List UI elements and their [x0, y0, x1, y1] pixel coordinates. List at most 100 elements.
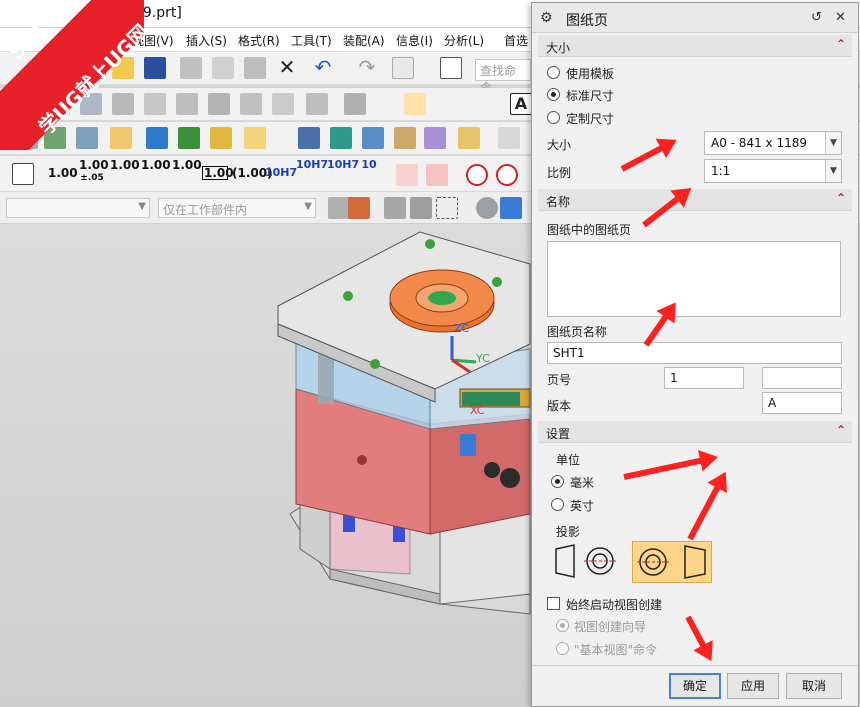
- tol-style-5[interactable]: 1.00: [172, 159, 202, 171]
- base-view-icon[interactable]: [146, 127, 168, 149]
- size-section-header[interactable]: 大小 ⌃: [538, 35, 852, 57]
- cancel-button[interactable]: 取消: [786, 673, 842, 699]
- tol-style-3[interactable]: 1.00: [110, 159, 140, 171]
- dimension-icon[interactable]: [12, 163, 34, 185]
- paste-icon[interactable]: [244, 57, 266, 79]
- snap-point-icon[interactable]: [348, 197, 370, 219]
- third-angle-projection-button[interactable]: [632, 541, 712, 583]
- ok-button[interactable]: 确定: [669, 673, 721, 699]
- watermark-band: [0, 0, 144, 150]
- radius2-icon[interactable]: [426, 164, 448, 186]
- detail-view-icon[interactable]: [144, 93, 166, 115]
- cut-icon[interactable]: [180, 57, 202, 79]
- type-filter-select[interactable]: ▼: [6, 198, 150, 218]
- scope-filter-select[interactable]: 仅在工作部件内 ▼: [158, 198, 316, 218]
- tol-style-2[interactable]: 1.00: [79, 159, 109, 171]
- collapse-icon[interactable]: ⌃: [836, 191, 846, 205]
- annotation-icon[interactable]: [404, 93, 426, 115]
- base-view-command-radio[interactable]: [556, 642, 569, 655]
- snap-icon[interactable]: [328, 197, 350, 219]
- base-view-command-label: "基本视图"命令: [574, 643, 658, 657]
- hole-table-icon[interactable]: [498, 127, 520, 149]
- rectangle-select-icon[interactable]: [436, 197, 458, 219]
- scale-select[interactable]: 1:1 ▼: [704, 159, 842, 183]
- parts-list-icon[interactable]: [330, 127, 352, 149]
- millimeter-radio[interactable]: [551, 475, 564, 488]
- undo-icon[interactable]: ↶: [312, 57, 334, 79]
- half-section-icon[interactable]: [272, 93, 294, 115]
- tol-style-basic[interactable]: 1.00: [202, 166, 234, 180]
- name-section: 名称 ⌃ 图纸中的图纸页 图纸页名称 SHT1 页号 1 版本 A: [538, 189, 852, 419]
- units-label: 单位: [556, 453, 581, 467]
- revision-input[interactable]: A: [762, 392, 842, 414]
- select-icon[interactable]: [384, 197, 406, 219]
- reset-icon[interactable]: ↺: [811, 10, 822, 25]
- copy-icon[interactable]: [212, 57, 234, 79]
- apply-button[interactable]: 应用: [727, 673, 779, 699]
- sheets-list[interactable]: [547, 241, 841, 317]
- break-view-icon[interactable]: [176, 93, 198, 115]
- save-icon[interactable]: [144, 57, 166, 79]
- cube-icon[interactable]: [500, 197, 522, 219]
- aux-view-icon[interactable]: [240, 93, 262, 115]
- sheet-name-input[interactable]: SHT1: [547, 342, 842, 364]
- tol-style-reference[interactable]: (1.00): [232, 167, 273, 179]
- inch-radio[interactable]: [551, 498, 564, 511]
- diameter-icon[interactable]: [466, 164, 488, 186]
- projected-view-icon[interactable]: [208, 93, 230, 115]
- abc-tool-icon[interactable]: [244, 127, 266, 149]
- auto-balloon-icon[interactable]: [424, 127, 446, 149]
- chevron-down-icon: ▼: [825, 160, 841, 182]
- zc-axis-label: ZC: [454, 322, 470, 335]
- insert-icon[interactable]: [392, 57, 414, 79]
- always-start-view-checkbox[interactable]: [547, 597, 560, 610]
- menu-insert[interactable]: 插入(S): [186, 32, 227, 49]
- balloon-icon[interactable]: [394, 127, 416, 149]
- standard-size-radio[interactable]: [547, 88, 560, 101]
- fit-style-3[interactable]: 10H7: [327, 159, 359, 170]
- settings-section-header[interactable]: 设置 ⌃: [538, 421, 852, 443]
- fit-style-4[interactable]: 10: [358, 159, 380, 170]
- collapse-icon[interactable]: ⌃: [836, 423, 846, 437]
- menu-information[interactable]: 信息(I): [396, 32, 433, 49]
- dialog-title: 图纸页: [566, 13, 608, 29]
- redo-icon[interactable]: ↷: [356, 57, 378, 79]
- menu-format[interactable]: 格式(R): [238, 32, 280, 49]
- fit-style-2[interactable]: 10H7: [296, 159, 328, 170]
- update-view-icon[interactable]: [306, 93, 328, 115]
- menu-assembly[interactable]: 装配(A): [343, 32, 385, 49]
- sheet-name-label: 图纸页名称: [547, 325, 608, 339]
- use-template-radio[interactable]: [547, 66, 560, 79]
- radius-icon[interactable]: [396, 164, 418, 186]
- close-icon[interactable]: ✕: [835, 10, 846, 25]
- lasso-icon[interactable]: [410, 197, 432, 219]
- size-value: A0 - 841 x 1189: [711, 136, 807, 150]
- green-tool-icon[interactable]: [178, 127, 200, 149]
- info-icon[interactable]: [440, 57, 462, 79]
- tol-style-1[interactable]: 1.00: [48, 167, 78, 179]
- fit-style-1[interactable]: 10H7: [265, 167, 297, 178]
- page-number-input-2[interactable]: [762, 367, 842, 389]
- delete-icon[interactable]: ✕: [276, 57, 298, 79]
- tol-style-4[interactable]: 1.00: [141, 159, 171, 171]
- table-icon[interactable]: [298, 127, 320, 149]
- view-style-icon[interactable]: [344, 93, 366, 115]
- menu-analysis[interactable]: 分析(L): [444, 32, 484, 49]
- tabular-note-icon[interactable]: [362, 127, 384, 149]
- menu-tools[interactable]: 工具(T): [291, 32, 332, 49]
- command-search-input[interactable]: 查找命令: [475, 59, 531, 95]
- collapse-icon[interactable]: ⌃: [836, 37, 846, 51]
- custom-size-radio[interactable]: [547, 111, 560, 124]
- abc-table-icon[interactable]: [458, 127, 480, 149]
- diameter2-icon[interactable]: [496, 164, 518, 186]
- first-angle-projection-button[interactable]: [550, 541, 622, 581]
- shaded-icon[interactable]: [476, 197, 498, 219]
- view-wizard-radio[interactable]: [556, 619, 569, 632]
- standard-size-label: 标准尺寸: [566, 89, 615, 103]
- menu-preferences[interactable]: 首选: [504, 32, 528, 49]
- yellow-box-icon[interactable]: [210, 127, 232, 149]
- size-select[interactable]: A0 - 841 x 1189 ▼: [704, 131, 842, 155]
- text-note-icon[interactable]: A: [510, 93, 532, 115]
- nx-application: 9-19.prt] 视图(V) 插入(S) 格式(R) 工具(T) 装配(A) …: [0, 0, 860, 707]
- page-number-input[interactable]: 1: [664, 367, 744, 389]
